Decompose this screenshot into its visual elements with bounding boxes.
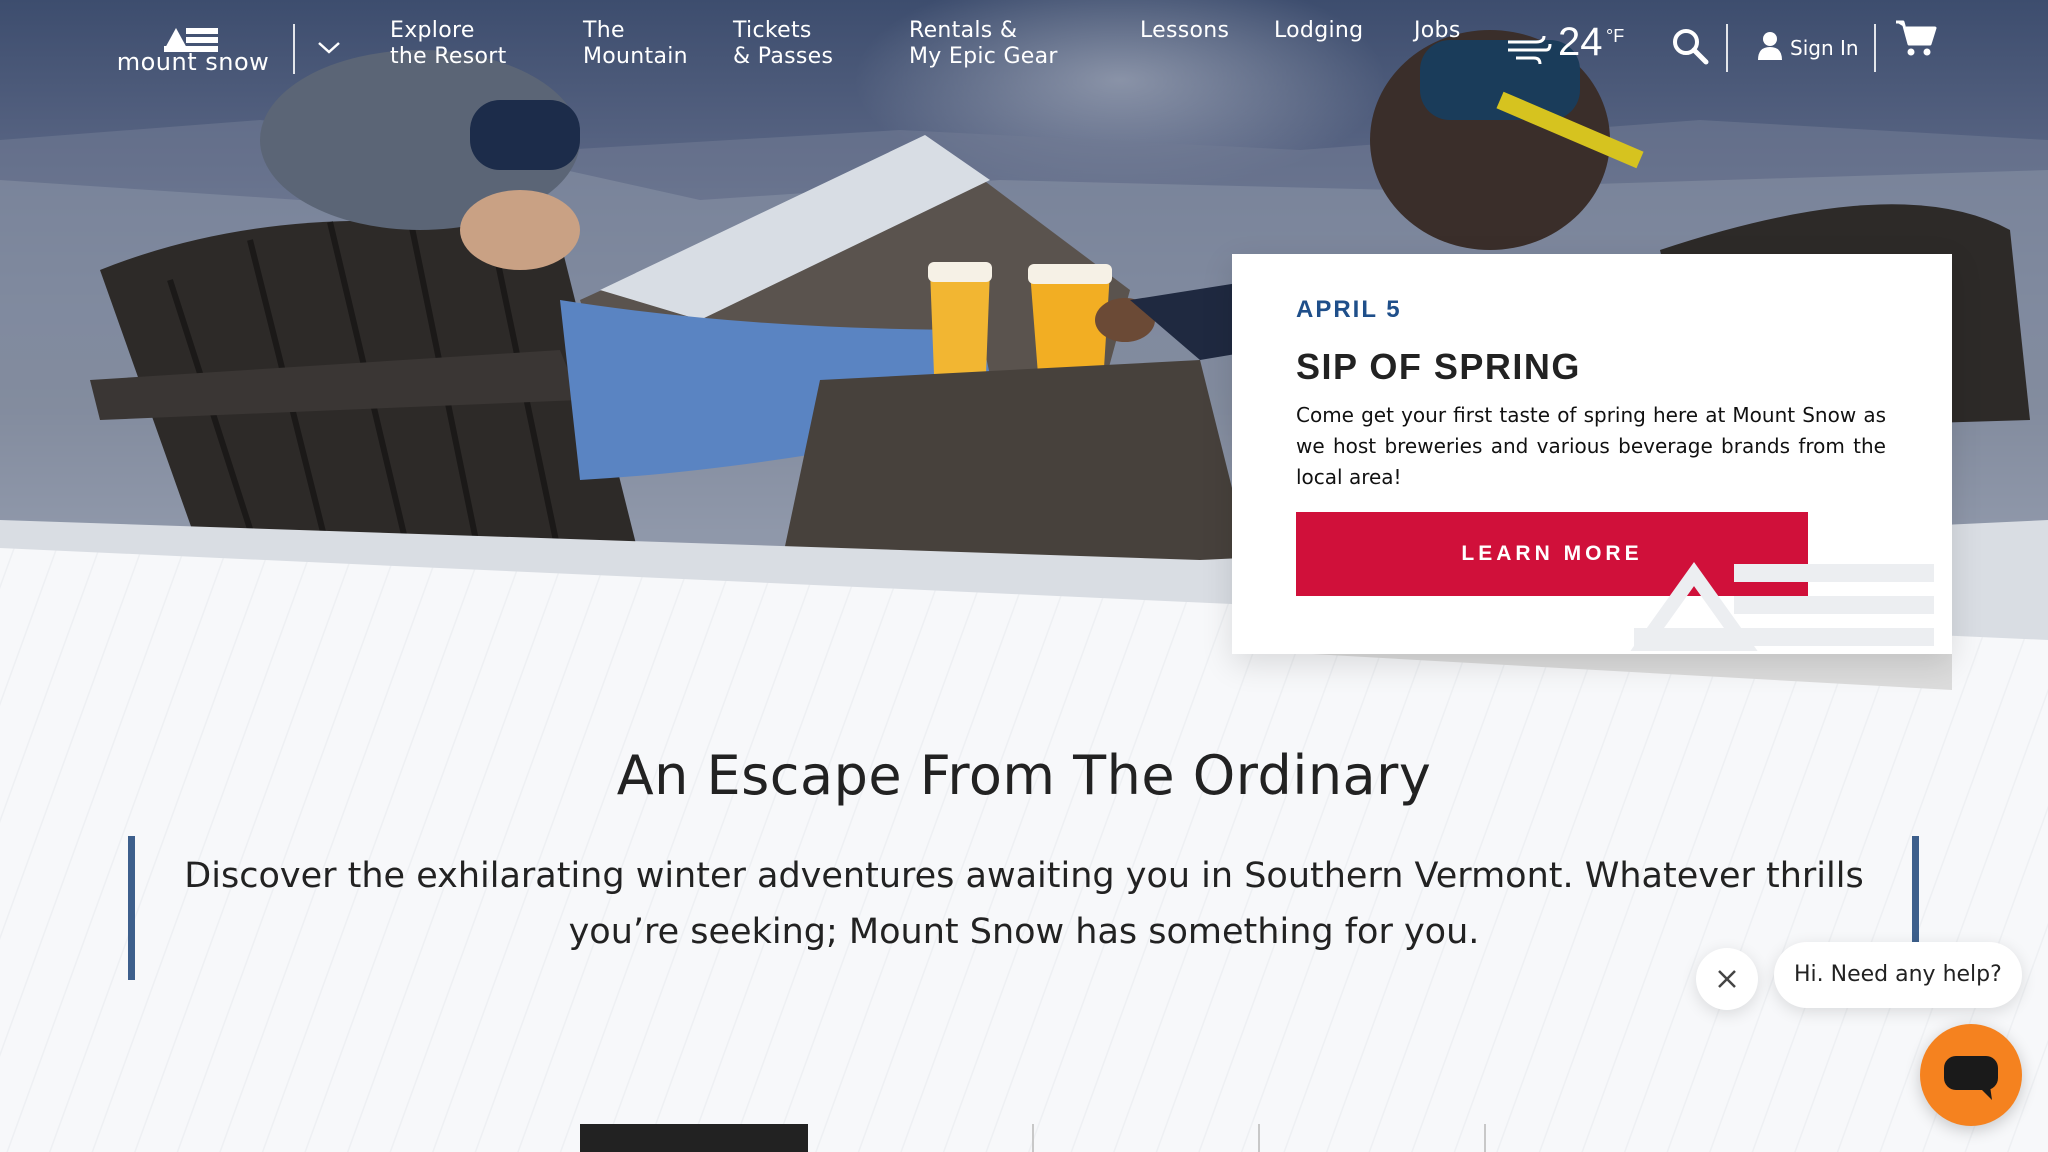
- tab-separator: [1258, 1124, 1260, 1152]
- site-header: mount snow Explore the Resort The Mounta…: [0, 0, 2048, 100]
- promo-card: APRIL 5 SIP OF SPRING Come get your firs…: [1232, 254, 1952, 654]
- chat-greeting-bubble[interactable]: Hi. Need any help?: [1774, 942, 2022, 1008]
- nav-divider: [293, 24, 295, 74]
- intro-title: An Escape From The Ordinary: [616, 744, 1432, 807]
- weather-temperature: 24: [1558, 20, 1603, 64]
- weather-unit: °F: [1606, 26, 1625, 46]
- promo-date: APRIL 5: [1296, 296, 1402, 323]
- nav-rentals-epic-gear[interactable]: Rentals & My Epic Gear: [909, 18, 1058, 70]
- nav-divider: [1874, 24, 1876, 72]
- cart-icon[interactable]: [1894, 18, 1938, 58]
- promo-description: Come get your first taste of spring here…: [1296, 403, 1886, 489]
- nav-explore-the-resort[interactable]: Explore the Resort: [390, 18, 507, 70]
- search-icon[interactable]: [1670, 26, 1710, 66]
- wind-icon: [1508, 35, 1552, 64]
- chevron-down-icon[interactable]: [316, 36, 342, 58]
- nav-lessons[interactable]: Lessons: [1140, 18, 1229, 44]
- nav-jobs[interactable]: Jobs: [1414, 18, 1461, 44]
- close-icon: [1718, 970, 1736, 988]
- tab-active[interactable]: [580, 1124, 808, 1152]
- nav-the-mountain[interactable]: The Mountain: [583, 18, 688, 70]
- tab-separator: [1484, 1124, 1486, 1152]
- logo-text: mount snow: [116, 48, 270, 76]
- sign-in-label: Sign In: [1790, 36, 1859, 60]
- nav-tickets-passes[interactable]: Tickets & Passes: [733, 18, 833, 70]
- nav-divider: [1726, 24, 1728, 72]
- logo[interactable]: mount snow: [108, 20, 278, 76]
- flag-watermark-icon: [1630, 561, 1934, 651]
- quote-bar-left: [128, 836, 135, 980]
- user-icon: [1758, 32, 1782, 60]
- chat-launcher-button[interactable]: [1920, 1024, 2022, 1126]
- chat-greeting-text: Hi. Need any help?: [1794, 962, 2002, 987]
- promo-title: SIP OF SPRING: [1296, 346, 1581, 387]
- chat-icon: [1944, 1056, 1998, 1100]
- nav-lodging[interactable]: Lodging: [1274, 18, 1363, 44]
- intro-text: Discover the exhilarating winter adventu…: [184, 856, 1864, 952]
- chat-close-button[interactable]: [1696, 948, 1758, 1010]
- tab-separator: [1032, 1124, 1034, 1152]
